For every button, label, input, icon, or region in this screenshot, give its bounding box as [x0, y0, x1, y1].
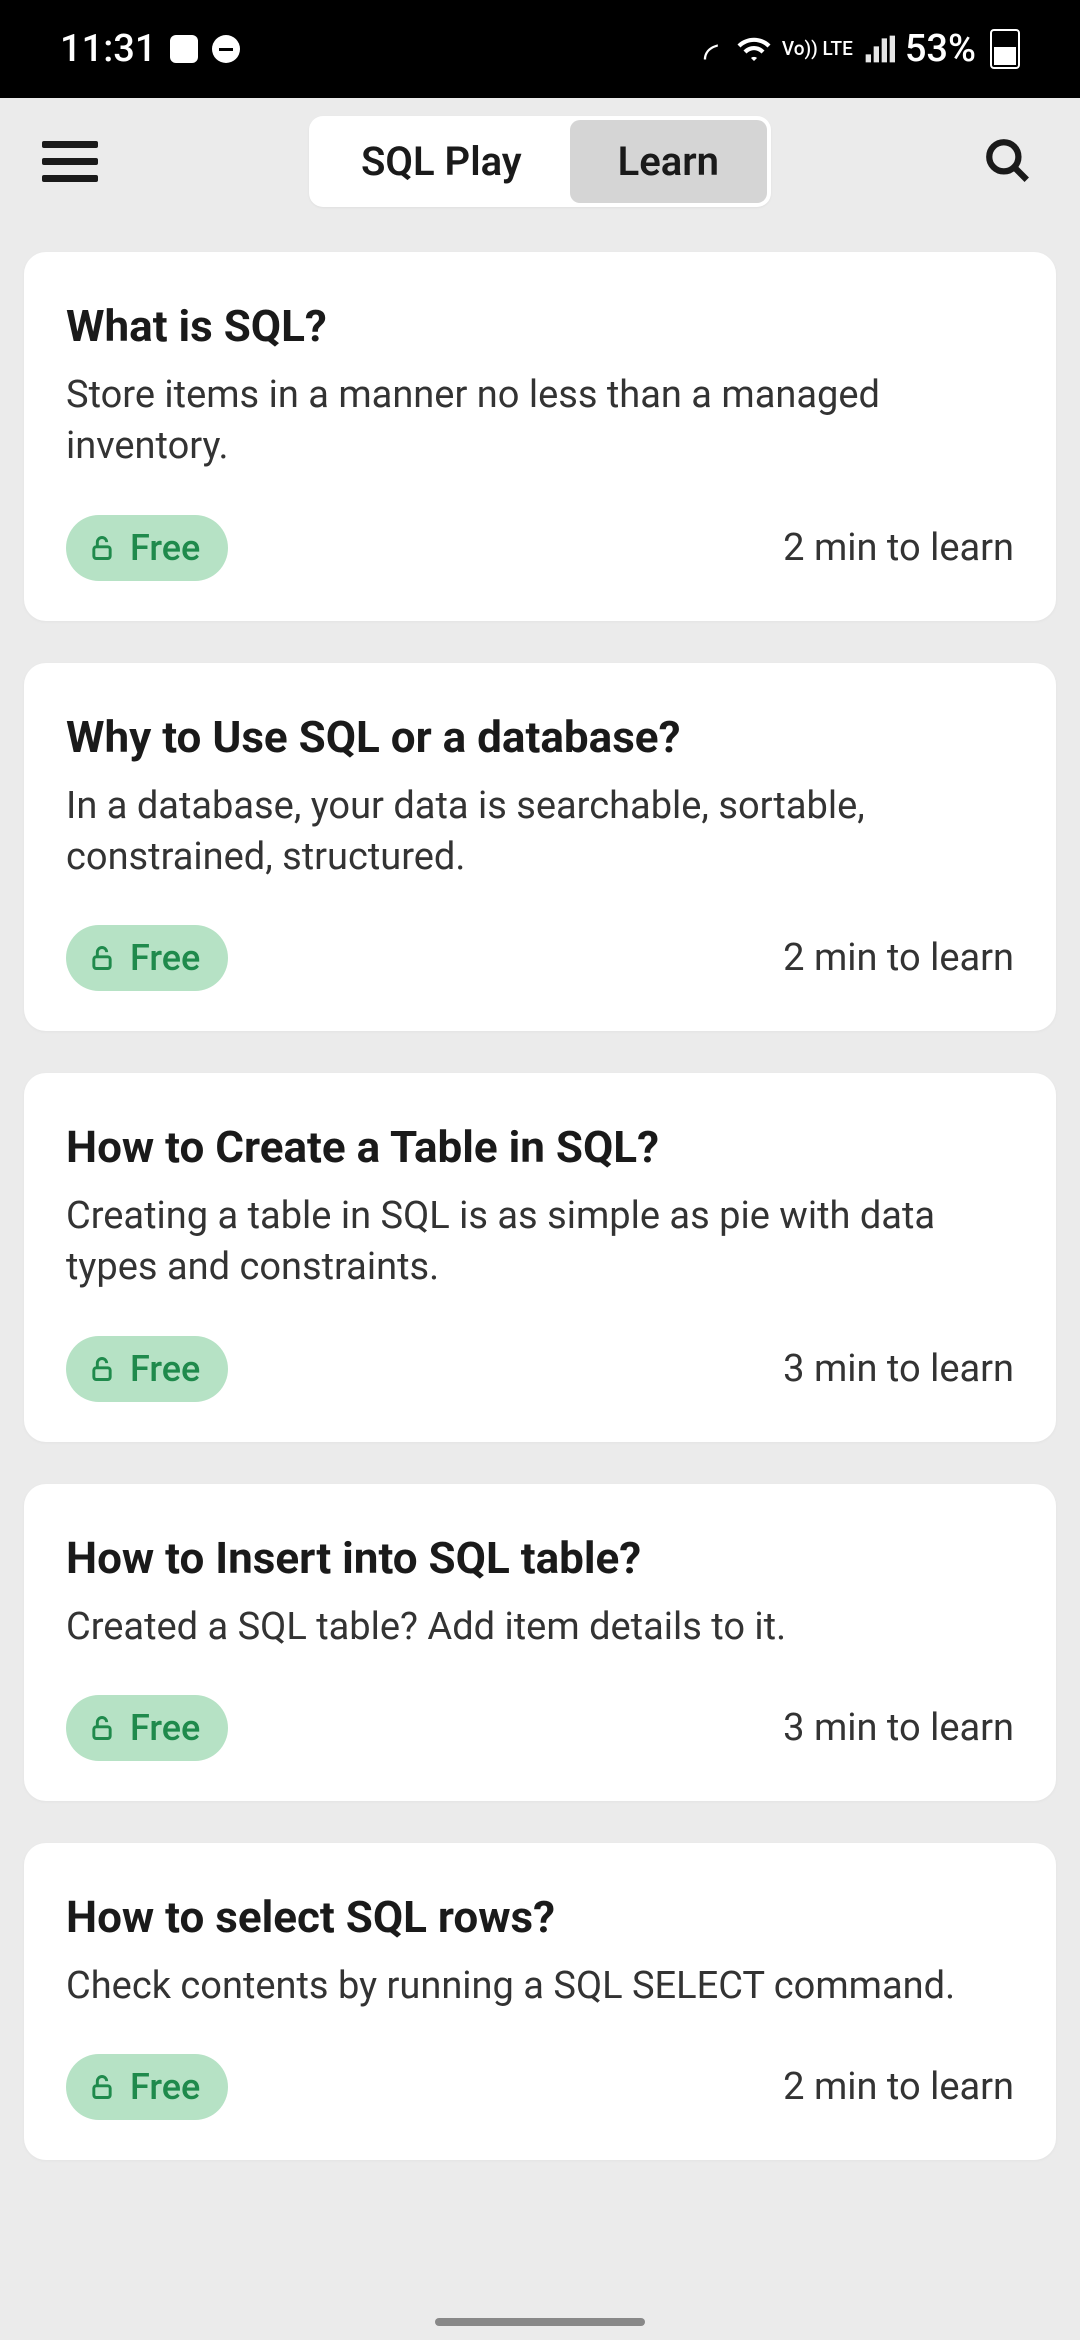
search-button[interactable]	[978, 131, 1038, 191]
lesson-duration: 2 min to learn	[783, 936, 1014, 980]
lesson-desc: In a database, your data is searchable, …	[66, 781, 1014, 884]
status-left: 11:31	[60, 27, 240, 71]
badge-label: Free	[130, 527, 200, 569]
status-time: 11:31	[60, 27, 156, 71]
unlock-icon	[88, 1712, 116, 1744]
lesson-card[interactable]: How to Insert into SQL table? Created a …	[24, 1484, 1056, 1801]
lesson-footer: Free 2 min to learn	[66, 2054, 1014, 2120]
badge-label: Free	[130, 937, 200, 979]
signal-icon	[863, 33, 895, 65]
status-right: Vo)) LTE 53%	[698, 27, 1020, 71]
unlock-icon	[88, 942, 116, 974]
lesson-footer: Free 3 min to learn	[66, 1336, 1014, 1402]
tab-learn[interactable]: Learn	[570, 120, 767, 203]
lesson-title: How to select SQL rows?	[66, 1891, 1014, 1943]
lesson-duration: 2 min to learn	[783, 2065, 1014, 2109]
leaf-icon	[698, 35, 726, 63]
lesson-card[interactable]: What is SQL? Store items in a manner no …	[24, 252, 1056, 621]
lesson-card[interactable]: How to Create a Table in SQL? Creating a…	[24, 1073, 1056, 1442]
free-badge: Free	[66, 515, 228, 581]
menu-button[interactable]	[42, 131, 102, 191]
lesson-title: Why to Use SQL or a database?	[66, 711, 1014, 763]
status-bar: 11:31 Vo)) LTE 53%	[0, 0, 1080, 98]
free-badge: Free	[66, 1695, 228, 1761]
free-badge: Free	[66, 2054, 228, 2120]
lesson-footer: Free 2 min to learn	[66, 515, 1014, 581]
free-badge: Free	[66, 925, 228, 991]
lesson-desc: Check contents by running a SQL SELECT c…	[66, 1961, 1014, 2012]
wifi-icon	[736, 31, 772, 67]
lesson-list: What is SQL? Store items in a manner no …	[0, 224, 1080, 2160]
lesson-card[interactable]: How to select SQL rows? Check contents b…	[24, 1843, 1056, 2160]
unlock-icon	[88, 1353, 116, 1385]
lesson-card[interactable]: Why to Use SQL or a database? In a datab…	[24, 663, 1056, 1032]
lesson-title: What is SQL?	[66, 300, 1014, 352]
free-badge: Free	[66, 1336, 228, 1402]
search-icon	[983, 136, 1033, 186]
network-label: Vo)) LTE	[782, 40, 853, 57]
tab-sql-play[interactable]: SQL Play	[313, 120, 570, 203]
badge-label: Free	[130, 1348, 200, 1390]
lesson-desc: Created a SQL table? Add item details to…	[66, 1602, 1014, 1653]
badge-label: Free	[130, 2066, 200, 2108]
lesson-duration: 2 min to learn	[783, 526, 1014, 570]
lesson-desc: Creating a table in SQL is as simple as …	[66, 1191, 1014, 1294]
lesson-duration: 3 min to learn	[783, 1347, 1014, 1391]
lesson-footer: Free 3 min to learn	[66, 1695, 1014, 1761]
badge-label: Free	[130, 1707, 200, 1749]
battery-percentage: 53%	[905, 27, 976, 71]
unlock-icon	[88, 532, 116, 564]
battery-icon	[990, 29, 1020, 69]
tab-switcher: SQL Play Learn	[309, 116, 771, 207]
app-header: SQL Play Learn	[0, 98, 1080, 224]
image-icon	[170, 35, 198, 63]
unlock-icon	[88, 2071, 116, 2103]
lesson-footer: Free 2 min to learn	[66, 925, 1014, 991]
dnd-icon	[212, 35, 240, 63]
lesson-title: How to Insert into SQL table?	[66, 1532, 1014, 1584]
lesson-title: How to Create a Table in SQL?	[66, 1121, 1014, 1173]
lesson-desc: Store items in a manner no less than a m…	[66, 370, 1014, 473]
home-indicator[interactable]	[435, 2318, 645, 2326]
lesson-duration: 3 min to learn	[783, 1706, 1014, 1750]
